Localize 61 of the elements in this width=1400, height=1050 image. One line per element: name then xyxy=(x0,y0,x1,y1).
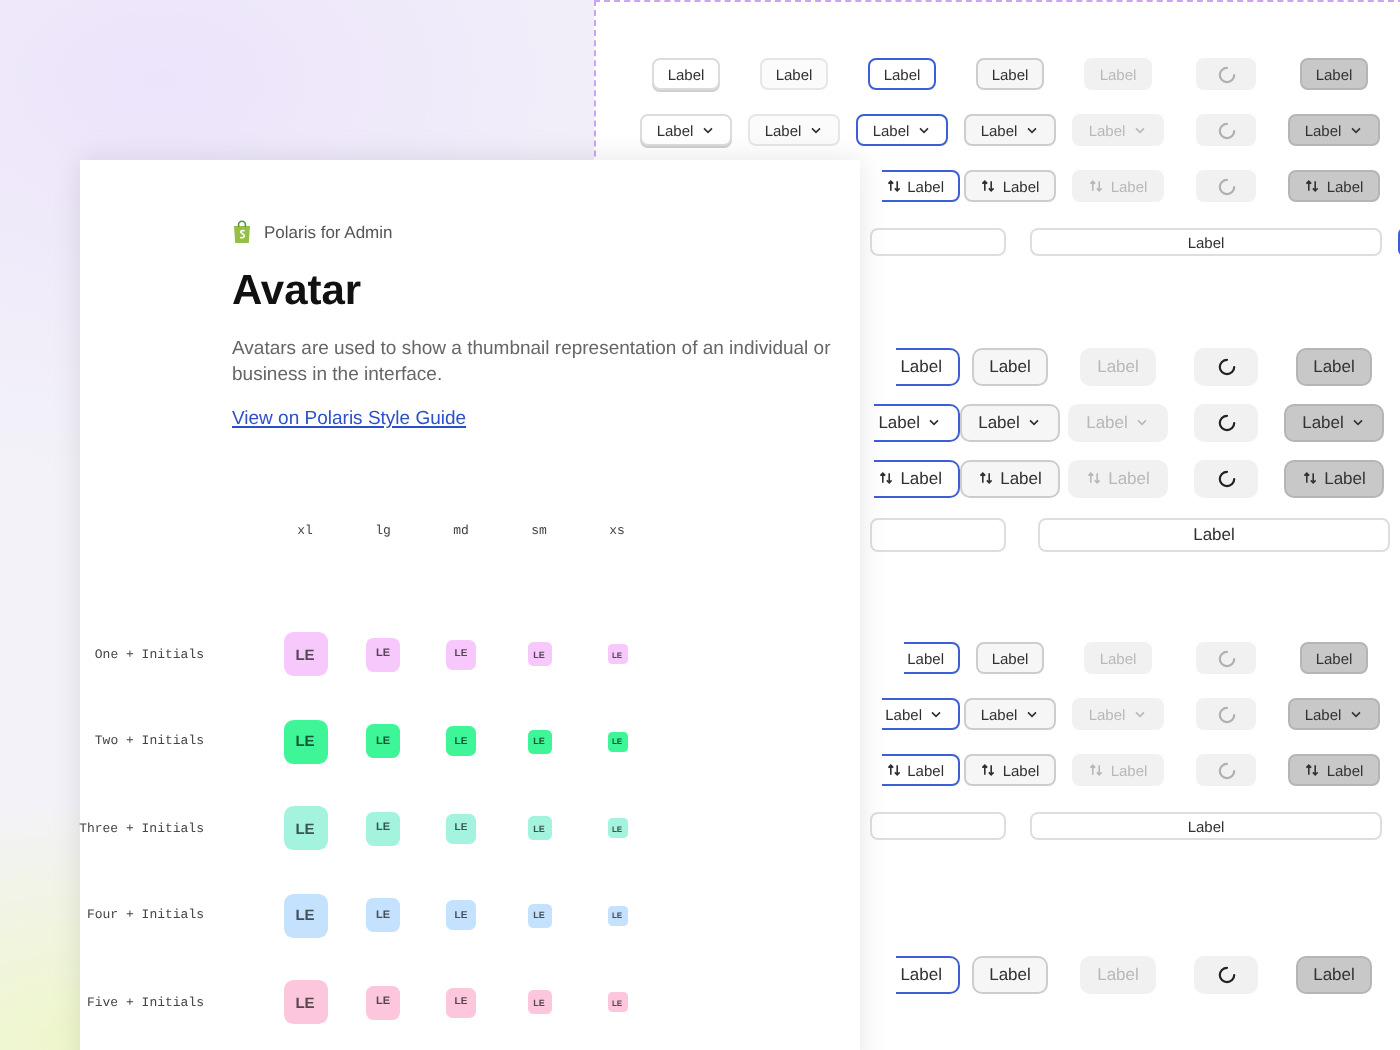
sort-icon xyxy=(1086,470,1103,486)
caret-icon xyxy=(1025,414,1042,430)
label-button[interactable]: Label xyxy=(1295,955,1373,993)
page-title: Avatar xyxy=(232,268,364,316)
dropdown-button[interactable]: Label xyxy=(1284,403,1384,441)
spinner-icon xyxy=(1217,761,1235,779)
wide-button[interactable]: Label xyxy=(1038,517,1390,551)
loading-button[interactable] xyxy=(1194,403,1258,441)
sort-icon xyxy=(980,178,997,194)
caret-icon xyxy=(1133,414,1150,430)
caret-icon xyxy=(1349,414,1366,430)
sort-icon xyxy=(885,762,902,778)
spinner-icon xyxy=(1217,121,1235,139)
description: Avatars are used to show a thumbnail representation of an individual or business in the interface. xyxy=(232,336,832,388)
sort-icon xyxy=(1302,470,1319,486)
spinner-icon xyxy=(1217,705,1235,723)
loading-button[interactable] xyxy=(1194,459,1258,497)
wide-button[interactable] xyxy=(870,228,1006,256)
sort-button[interactable]: Label xyxy=(960,459,1060,497)
sort-icon xyxy=(978,470,995,486)
brand-name: Polaris for Admin xyxy=(264,222,393,242)
caret-icon xyxy=(1347,706,1364,722)
sort-icon xyxy=(980,762,997,778)
wide-button[interactable] xyxy=(870,812,1006,840)
sort-icon xyxy=(1304,762,1321,778)
spinner-icon xyxy=(1217,965,1235,983)
caret-icon xyxy=(928,706,944,722)
spinner-icon xyxy=(1217,65,1235,83)
style-guide-link[interactable]: View on Polaris Style Guide xyxy=(232,408,467,430)
caret-icon xyxy=(1347,122,1364,138)
caret-icon xyxy=(1131,706,1148,722)
spinner-icon xyxy=(1217,177,1235,195)
spinner-icon xyxy=(1217,357,1235,375)
label-button[interactable]: Label xyxy=(1295,347,1373,385)
sort-icon xyxy=(1088,762,1105,778)
caret-icon xyxy=(1131,122,1148,138)
loading-button[interactable] xyxy=(1194,955,1258,993)
sort-button[interactable]: Label xyxy=(874,459,960,497)
dropdown-button[interactable]: Label xyxy=(874,403,960,441)
sort-button[interactable]: Label xyxy=(1284,459,1384,497)
label-button[interactable]: Label xyxy=(971,347,1049,385)
sort-icon xyxy=(1304,178,1321,194)
caret-icon xyxy=(699,122,716,138)
caret-icon xyxy=(915,122,932,138)
label-button[interactable]: Label xyxy=(971,955,1049,993)
caret-icon xyxy=(926,414,942,430)
label-button[interactable]: Label xyxy=(896,347,960,385)
sort-icon xyxy=(878,470,895,486)
dropdown-button[interactable]: Label xyxy=(960,403,1060,441)
caret-icon xyxy=(1023,122,1040,138)
shopping-bag-icon xyxy=(232,220,252,244)
spinner-icon xyxy=(1217,469,1235,487)
label-button[interactable]: Label xyxy=(896,955,960,993)
sort-icon xyxy=(1088,178,1105,194)
sort-icon xyxy=(885,178,902,194)
loading-button[interactable] xyxy=(1194,347,1258,385)
spinner-icon xyxy=(1217,413,1235,431)
spinner-icon xyxy=(1217,649,1235,667)
caret-icon xyxy=(1023,706,1040,722)
caret-icon xyxy=(807,122,824,138)
wide-button[interactable] xyxy=(870,517,1006,551)
